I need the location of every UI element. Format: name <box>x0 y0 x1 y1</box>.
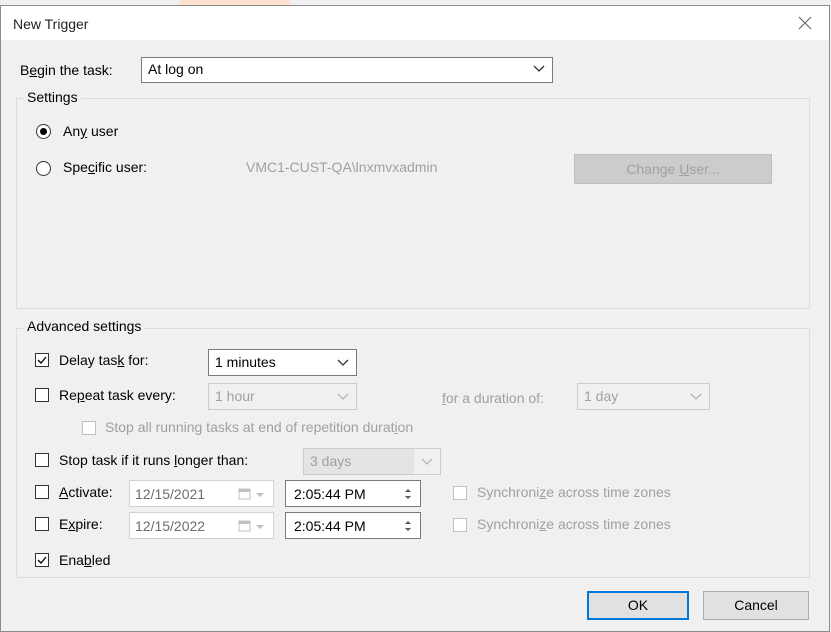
calendar-icon <box>238 488 264 500</box>
specific-user-value: VMC1-CUST-QA\lnxmvxadmin <box>246 159 438 175</box>
any-user-label: Any user <box>63 123 119 139</box>
advanced-settings-legend: Advanced settings <box>24 318 145 334</box>
new-trigger-dialog: New Trigger Begin the task: At log on Se… <box>0 5 830 632</box>
delay-task-value: 1 minutes <box>215 354 276 370</box>
expire-sync-label: Synchronize across time zones <box>477 516 671 532</box>
stop-if-longer-checkbox[interactable] <box>35 453 49 467</box>
expire-time-spinner[interactable]: 2:05:44 PM <box>285 512 421 539</box>
expire-label: Expire: <box>59 516 103 532</box>
chevron-down-icon <box>421 458 433 465</box>
activate-sync-checkbox[interactable] <box>453 486 467 500</box>
repeat-task-label: Repeat task every: <box>59 387 176 403</box>
stop-if-longer-value: 3 days <box>310 453 352 469</box>
activate-date-picker[interactable]: 12/15/2021 <box>129 480 274 507</box>
radio-dot <box>40 128 47 135</box>
activate-sync-label: Synchronize across time zones <box>477 484 671 500</box>
expire-date-picker[interactable]: 12/15/2022 <box>129 512 274 539</box>
delay-task-select[interactable]: 1 minutes <box>208 349 357 376</box>
calendar-icon <box>238 520 264 532</box>
activate-label: Activate: <box>59 484 113 500</box>
settings-group <box>16 98 810 309</box>
expire-sync-checkbox[interactable] <box>453 518 467 532</box>
dialog-title: New Trigger <box>13 16 89 32</box>
chevron-down-icon <box>690 393 702 400</box>
spinner-arrows-icon[interactable] <box>402 485 414 503</box>
activate-time-value: 2:05:44 PM <box>294 486 366 502</box>
chevron-down-icon <box>337 393 349 400</box>
chevron-down-icon <box>337 359 349 366</box>
stop-if-longer-label: Stop task if it runs longer than: <box>59 452 249 468</box>
chevron-down-icon <box>533 65 545 72</box>
repeat-task-select[interactable]: 1 hour <box>208 383 357 410</box>
repeat-task-checkbox[interactable] <box>35 388 49 402</box>
specific-user-label: Specific user: <box>63 159 148 175</box>
duration-select[interactable]: 1 day <box>577 383 710 410</box>
begin-task-select[interactable]: At log on <box>141 57 553 83</box>
repeat-task-value: 1 hour <box>215 388 255 404</box>
spinner-arrows-icon[interactable] <box>402 517 414 535</box>
activate-checkbox[interactable] <box>35 485 49 499</box>
duration-label: for a duration of: <box>442 390 544 406</box>
title-bar: New Trigger <box>1 6 829 40</box>
checkmark-icon <box>37 356 47 364</box>
enabled-checkbox[interactable] <box>35 553 49 567</box>
stop-all-checkbox[interactable] <box>82 421 96 435</box>
change-user-button[interactable]: Change User... <box>574 154 772 184</box>
activate-time-spinner[interactable]: 2:05:44 PM <box>285 480 421 507</box>
ok-button[interactable]: OK <box>587 591 689 620</box>
close-icon[interactable] <box>793 12 817 36</box>
any-user-radio[interactable] <box>36 124 51 139</box>
expire-date-value: 12/15/2022 <box>135 518 206 534</box>
cancel-button[interactable]: Cancel <box>703 591 809 620</box>
begin-task-value: At log on <box>148 61 204 77</box>
stop-if-longer-select[interactable]: 3 days <box>303 448 441 475</box>
enabled-label: Enabled <box>59 552 111 568</box>
checkmark-icon <box>37 556 47 564</box>
expire-checkbox[interactable] <box>35 517 49 531</box>
settings-legend: Settings <box>24 89 81 105</box>
activate-date-value: 12/15/2021 <box>135 486 206 502</box>
delay-task-label: Delay task for: <box>59 352 149 368</box>
delay-task-checkbox[interactable] <box>35 353 49 367</box>
duration-value: 1 day <box>584 388 619 404</box>
specific-user-radio[interactable] <box>36 161 51 176</box>
stop-all-label: Stop all running tasks at end of repetit… <box>105 419 414 435</box>
expire-time-value: 2:05:44 PM <box>294 518 366 534</box>
begin-task-label: Begin the task: <box>20 62 113 78</box>
